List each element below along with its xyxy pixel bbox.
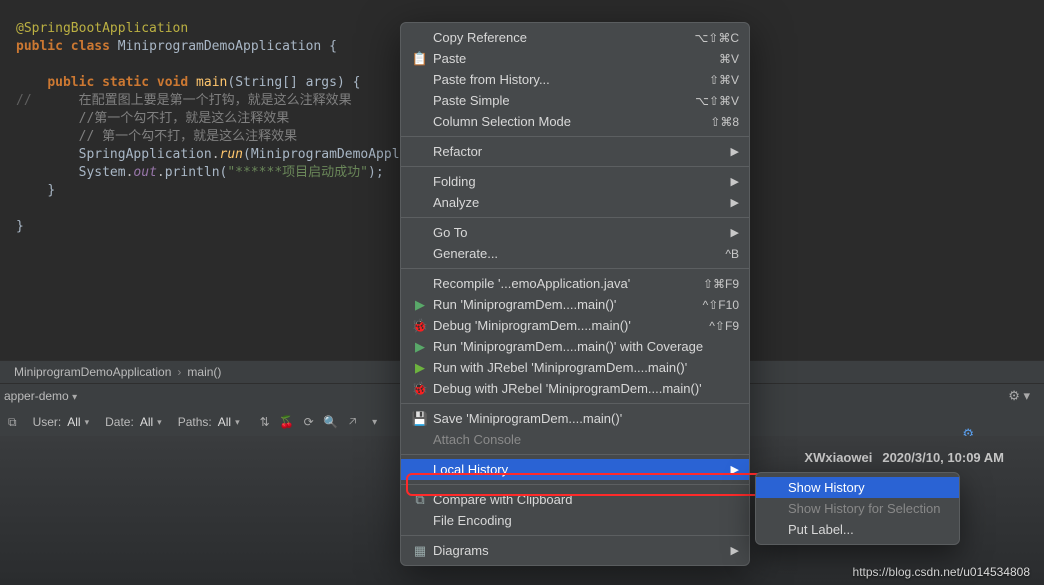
chevron-down-icon[interactable]: ▾ bbox=[72, 392, 77, 403]
menu-copy-reference[interactable]: Copy Reference⌥⇧⌘C bbox=[401, 27, 749, 48]
chevron-right-icon: ▶ bbox=[731, 544, 739, 557]
bug-icon: 🐞 bbox=[411, 318, 429, 334]
comment: 在配置图上要是第一个打钩，就是这么注释效果 bbox=[79, 93, 352, 108]
settings-icon[interactable]: ▾ bbox=[366, 413, 384, 431]
menu-separator bbox=[401, 268, 749, 269]
commit-author: XWxiaowei bbox=[804, 450, 872, 465]
jrebel-debug-icon: 🐞 bbox=[411, 381, 429, 397]
keyword-class: class bbox=[71, 39, 110, 54]
user-filter-value[interactable]: All bbox=[67, 415, 80, 429]
paths-filter-value[interactable]: All bbox=[218, 415, 231, 429]
expand-icon[interactable]: ⇅ bbox=[256, 413, 274, 431]
run-icon: ▶ bbox=[411, 297, 429, 313]
compare-icon: ⧉ bbox=[411, 492, 429, 508]
menu-analyze[interactable]: Analyze▶ bbox=[401, 192, 749, 213]
menu-generate[interactable]: Generate...^B bbox=[401, 243, 749, 264]
menu-attach-console[interactable]: Attach Console bbox=[401, 429, 749, 450]
search-icon[interactable]: 🔍 bbox=[322, 413, 340, 431]
coverage-icon: ▶ bbox=[411, 339, 429, 355]
menu-goto[interactable]: Go To▶ bbox=[401, 222, 749, 243]
chevron-right-icon: ▶ bbox=[731, 226, 739, 239]
menu-compare-clipboard[interactable]: ⧉Compare with Clipboard bbox=[401, 489, 749, 510]
keyword-public: public bbox=[16, 39, 63, 54]
menu-run-jrebel[interactable]: ▶Run with JRebel 'MiniprogramDem....main… bbox=[401, 357, 749, 378]
refresh-icon[interactable]: ⟳ bbox=[300, 413, 318, 431]
chevron-right-icon: ▶ bbox=[731, 196, 739, 209]
collapse-icon[interactable]: ⧉ bbox=[8, 415, 17, 430]
chevron-right-icon: ▶ bbox=[731, 463, 739, 476]
brace: { bbox=[329, 39, 337, 54]
clipboard-icon: 📋 bbox=[411, 51, 429, 67]
menu-diagrams[interactable]: ▦Diagrams▶ bbox=[401, 540, 749, 561]
class-name: MiniprogramDemoApplication bbox=[118, 39, 322, 54]
menu-folding[interactable]: Folding▶ bbox=[401, 171, 749, 192]
save-icon: 💾 bbox=[411, 411, 429, 427]
menu-debug-jrebel[interactable]: 🐞Debug with JRebel 'MiniprogramDem....ma… bbox=[401, 378, 749, 399]
context-menu: Copy Reference⌥⇧⌘C 📋Paste⌘V Paste from H… bbox=[400, 22, 750, 566]
user-filter-label: User: bbox=[33, 415, 62, 429]
commit-meta: XWxiaowei 2020/3/10, 10:09 AM bbox=[804, 446, 1004, 470]
date-filter-label: Date: bbox=[105, 415, 134, 429]
submenu-show-history[interactable]: Show History bbox=[756, 477, 959, 498]
branch-name[interactable]: apper-demo bbox=[4, 389, 69, 403]
chevron-right-icon: › bbox=[177, 365, 181, 379]
submenu-show-history-selection[interactable]: Show History for Selection bbox=[756, 498, 959, 519]
cherry-pick-icon[interactable]: 🍒 bbox=[278, 413, 296, 431]
submenu-put-label[interactable]: Put Label... bbox=[756, 519, 959, 540]
menu-run-coverage[interactable]: ▶Run 'MiniprogramDem....main()' with Cov… bbox=[401, 336, 749, 357]
menu-column-selection[interactable]: Column Selection Mode⇧⌘8 bbox=[401, 111, 749, 132]
comment: // 第一个勾不打，就是这么注释效果 bbox=[79, 129, 297, 144]
link-icon[interactable]: 🡥 bbox=[344, 413, 362, 431]
paths-filter-label: Paths: bbox=[178, 415, 212, 429]
gear-icon[interactable]: ⚙ ▾ bbox=[1008, 388, 1030, 404]
menu-separator bbox=[401, 217, 749, 218]
diagram-icon: ▦ bbox=[411, 543, 429, 559]
annotation: @SpringBootApplication bbox=[16, 21, 188, 36]
breadcrumb-class[interactable]: MiniprogramDemoApplication bbox=[14, 365, 171, 379]
menu-debug[interactable]: 🐞Debug 'MiniprogramDem....main()'^⇧F9 bbox=[401, 315, 749, 336]
menu-run[interactable]: ▶Run 'MiniprogramDem....main()'^⇧F10 bbox=[401, 294, 749, 315]
menu-save-main[interactable]: 💾Save 'MiniprogramDem....main()' bbox=[401, 408, 749, 429]
chevron-right-icon: ▶ bbox=[731, 145, 739, 158]
menu-separator bbox=[401, 535, 749, 536]
jrebel-run-icon: ▶ bbox=[411, 360, 429, 376]
menu-paste[interactable]: 📋Paste⌘V bbox=[401, 48, 749, 69]
menu-refactor[interactable]: Refactor▶ bbox=[401, 141, 749, 162]
menu-local-history[interactable]: Local History▶ bbox=[401, 459, 749, 480]
menu-separator bbox=[401, 484, 749, 485]
watermark: https://blog.csdn.net/u014534808 bbox=[853, 565, 1030, 579]
menu-file-encoding[interactable]: File Encoding bbox=[401, 510, 749, 531]
menu-separator bbox=[401, 454, 749, 455]
menu-paste-simple[interactable]: Paste Simple⌥⇧⌘V bbox=[401, 90, 749, 111]
chevron-right-icon: ▶ bbox=[731, 175, 739, 188]
menu-separator bbox=[401, 403, 749, 404]
menu-separator bbox=[401, 136, 749, 137]
local-history-submenu: Show History Show History for Selection … bbox=[755, 472, 960, 545]
menu-paste-history[interactable]: Paste from History...⇧⌘V bbox=[401, 69, 749, 90]
menu-recompile[interactable]: Recompile '...emoApplication.java'⇧⌘F9 bbox=[401, 273, 749, 294]
breadcrumb-method[interactable]: main() bbox=[187, 365, 221, 379]
date-filter-value[interactable]: All bbox=[140, 415, 153, 429]
method-name: main bbox=[196, 75, 227, 90]
commit-date: 2020/3/10, 10:09 AM bbox=[882, 450, 1004, 465]
comment: //第一个勾不打，就是这么注释效果 bbox=[79, 111, 290, 126]
menu-separator bbox=[401, 166, 749, 167]
